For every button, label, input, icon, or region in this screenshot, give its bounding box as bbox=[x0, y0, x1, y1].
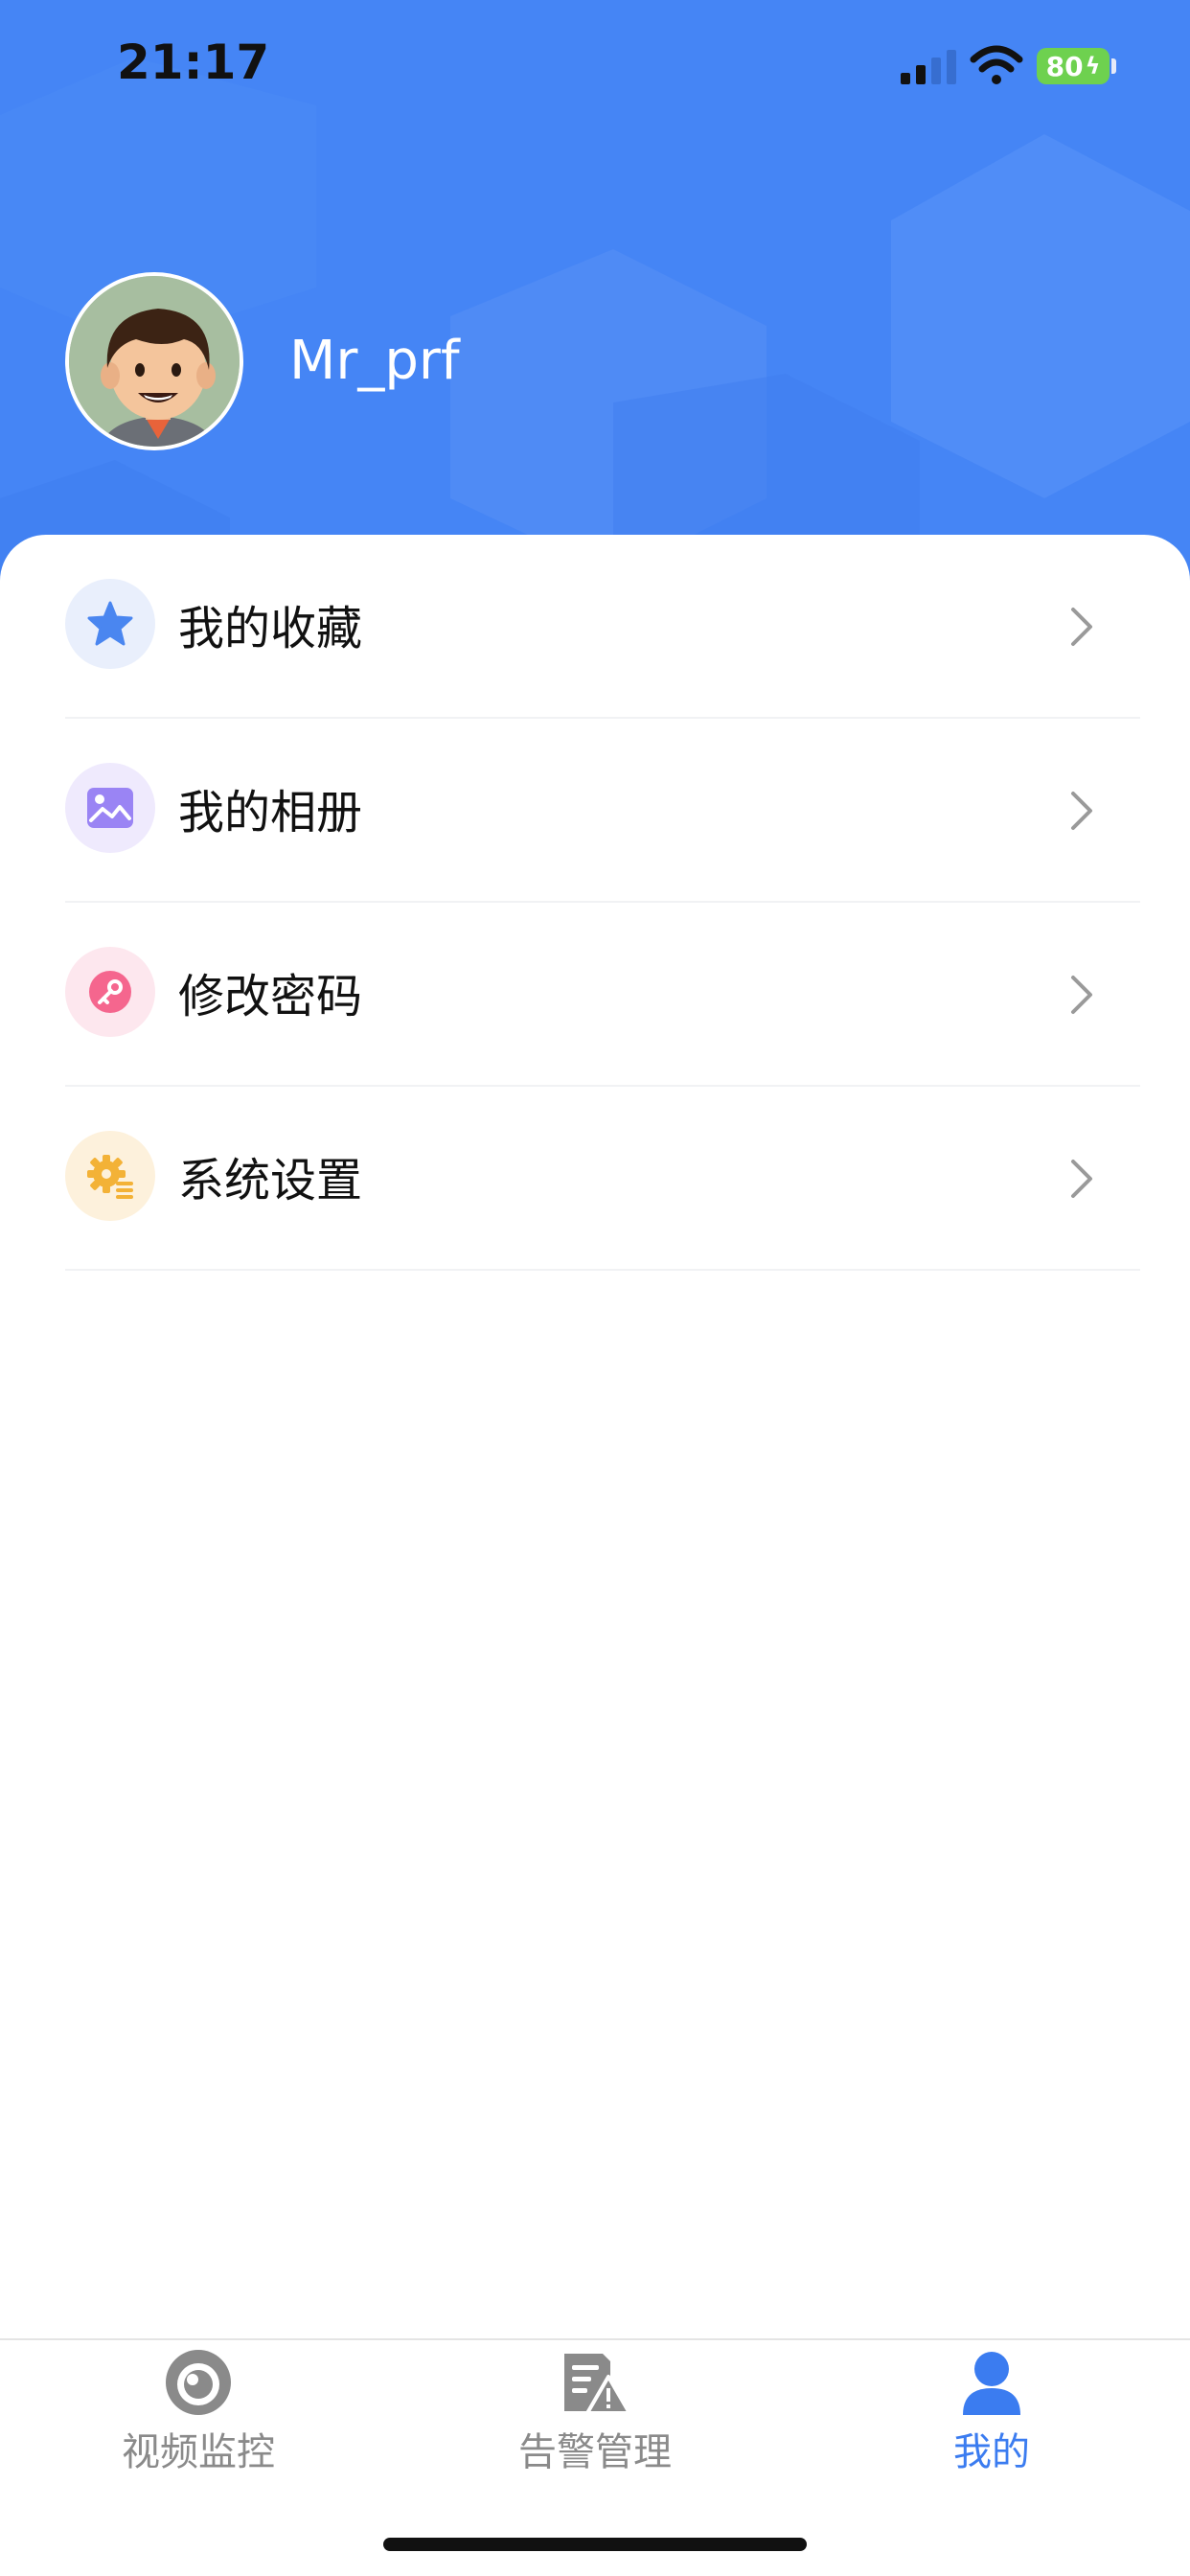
chevron-right-icon bbox=[1071, 792, 1092, 830]
tab-label: 视频监控 bbox=[122, 2430, 275, 2474]
tab-label: 告警管理 bbox=[518, 2430, 672, 2474]
password-icon-bg bbox=[65, 947, 155, 1037]
camera-icon bbox=[166, 2350, 231, 2415]
tab-alarm-management[interactable]: 告警管理 bbox=[397, 2340, 793, 2494]
favorites-icon-bg bbox=[65, 579, 155, 669]
menu-item-label: 我的相册 bbox=[178, 786, 363, 840]
menu-item-favorites[interactable]: 我的收藏 bbox=[65, 535, 1140, 719]
chevron-right-icon bbox=[1071, 1160, 1092, 1198]
star-icon bbox=[87, 601, 133, 646]
avatar[interactable] bbox=[65, 272, 243, 450]
tab-video-monitoring[interactable]: 视频监控 bbox=[0, 2340, 397, 2494]
username: Mr_prf bbox=[289, 330, 460, 392]
menu-item-label: 修改密码 bbox=[178, 970, 363, 1024]
gear-icon bbox=[87, 1155, 133, 1199]
profile-header: 21:17 80 ϟ Mr_prf bbox=[0, 0, 1190, 594]
battery-cap bbox=[1111, 58, 1116, 74]
menu-item-label: 我的收藏 bbox=[178, 602, 363, 656]
menu-item-change-password[interactable]: 修改密码 bbox=[65, 903, 1140, 1087]
tab-mine[interactable]: 我的 bbox=[793, 2340, 1190, 2494]
menu-item-album[interactable]: 我的相册 bbox=[65, 719, 1140, 903]
settings-icon-bg bbox=[65, 1131, 155, 1221]
user-icon bbox=[963, 2352, 1020, 2415]
photo-album-icon bbox=[87, 788, 133, 828]
status-time: 21:17 bbox=[117, 34, 270, 90]
menu-item-label: 系统设置 bbox=[178, 1154, 363, 1208]
cellular-signal-icon bbox=[901, 50, 956, 84]
avatar-cartoon-icon bbox=[69, 276, 240, 447]
tab-label: 我的 bbox=[953, 2430, 1030, 2474]
chevron-right-icon bbox=[1071, 976, 1092, 1014]
home-indicator bbox=[383, 2538, 807, 2551]
menu-card: 我的收藏 我的相册 修改密码 系统设置 bbox=[0, 535, 1190, 2336]
charging-bolt-icon: ϟ bbox=[1085, 53, 1101, 80]
alarm-doc-icon bbox=[564, 2354, 631, 2415]
battery-level: 80 bbox=[1045, 50, 1084, 82]
album-icon-bg bbox=[65, 763, 155, 853]
menu-item-system-settings[interactable]: 系统设置 bbox=[65, 1087, 1140, 1271]
wifi-icon bbox=[970, 45, 1023, 84]
key-icon bbox=[89, 971, 131, 1013]
battery-indicator: 80 ϟ bbox=[1037, 48, 1110, 84]
chevron-right-icon bbox=[1071, 608, 1092, 646]
status-bar: 21:17 80 ϟ bbox=[0, 0, 1190, 134]
